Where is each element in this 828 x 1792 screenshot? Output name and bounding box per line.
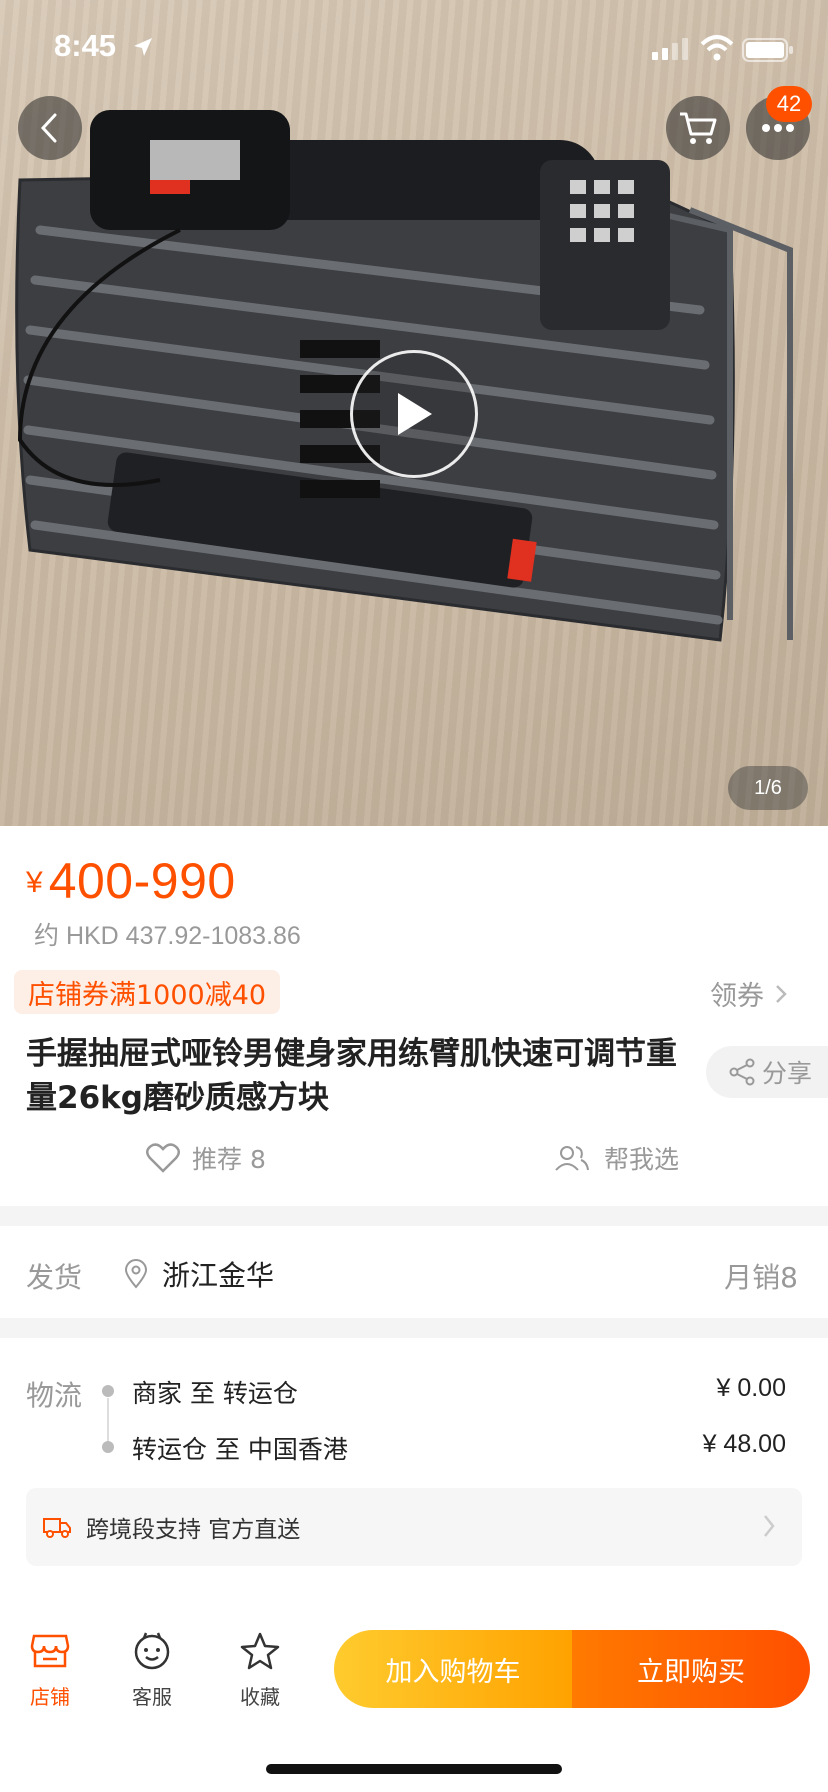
tab-favorite[interactable]: 收藏 xyxy=(220,1632,300,1710)
tab-store-label: 店铺 xyxy=(30,1685,70,1709)
official-direct-text: 跨境段支持 官方直送 xyxy=(86,1517,301,1543)
share-label: 分享 xyxy=(762,1059,813,1088)
price-range: 400-990 xyxy=(48,853,236,909)
store-icon xyxy=(30,1634,70,1668)
cart-count-badge: 42 xyxy=(766,86,812,122)
image-pager: 1/6 xyxy=(728,766,808,810)
price-currency: ¥ xyxy=(26,866,43,899)
status-bar: 8:45 xyxy=(0,0,828,96)
price: ¥400-990 xyxy=(26,852,236,910)
location-arrow-icon xyxy=(134,38,152,56)
tab-store[interactable]: 店铺 xyxy=(10,1632,90,1710)
tab-customer-service[interactable]: 客服 xyxy=(112,1632,192,1710)
ship-location-text: 浙江金华 xyxy=(162,1259,275,1292)
logistics-leg-1: 商家 至 转运仓 xyxy=(132,1379,298,1408)
section-divider xyxy=(0,1206,828,1226)
tab-customer-service-label: 客服 xyxy=(132,1685,172,1709)
product-title: 手握抽屉式哑铃男健身家用练臂肌快速可调节重量26kg磨砂质感方块 xyxy=(26,1036,677,1116)
heart-icon xyxy=(146,1143,180,1173)
recommend-label: 推荐 8 xyxy=(192,1145,266,1174)
chevron-left-icon xyxy=(40,113,57,143)
play-icon xyxy=(398,393,432,435)
share-button[interactable]: 分享 xyxy=(706,1046,828,1098)
buy-now-button[interactable]: 立即购买 xyxy=(572,1630,810,1708)
recommend-button[interactable]: 推荐 8 xyxy=(146,1140,266,1176)
monthly-sales: 月销8 xyxy=(724,1261,798,1294)
chat-smile-icon xyxy=(134,1632,170,1670)
route-line xyxy=(107,1398,109,1444)
hkd-price: 约 HKD 437.92-1083.86 xyxy=(34,922,301,950)
help-choose-button[interactable]: 帮我选 xyxy=(554,1140,679,1176)
route-dot xyxy=(102,1441,114,1453)
chevron-right-icon xyxy=(764,1515,775,1537)
store-coupon-tag: 店铺券满1000减40 xyxy=(14,970,281,1014)
route-dot xyxy=(102,1385,114,1397)
ship-label: 发货 xyxy=(26,1261,83,1294)
logistics-leg-1-fee: ¥ 0.00 xyxy=(716,1374,786,1402)
chevron-right-icon xyxy=(776,984,787,1003)
official-direct-banner[interactable]: 跨境段支持 官方直送 xyxy=(26,1488,802,1566)
people-icon xyxy=(555,1146,589,1171)
logistics-leg-2-fee: ¥ 48.00 xyxy=(702,1430,786,1458)
home-indicator[interactable] xyxy=(266,1764,562,1774)
logistics-leg-2: 转运仓 至 中国香港 xyxy=(132,1435,348,1464)
share-icon xyxy=(729,1058,755,1086)
status-time: 8:45 xyxy=(54,28,117,63)
back-button[interactable] xyxy=(18,96,82,160)
delivery-truck-icon xyxy=(43,1518,71,1538)
wifi-icon xyxy=(700,35,734,61)
cart-button[interactable] xyxy=(666,96,730,160)
product-image-carousel[interactable]: 8:45 42 1/6 xyxy=(0,0,828,826)
location-pin-icon xyxy=(124,1259,148,1289)
cellular-signal-icon xyxy=(652,38,688,60)
shopping-cart-icon xyxy=(680,112,717,144)
battery-icon xyxy=(742,38,793,62)
play-video-button[interactable] xyxy=(350,350,478,478)
more-dots-icon xyxy=(762,124,794,132)
get-coupon-link[interactable]: 领券 xyxy=(710,974,788,1013)
logistics-label: 物流 xyxy=(26,1379,83,1412)
help-choose-label: 帮我选 xyxy=(604,1145,680,1174)
get-coupon-label: 领券 xyxy=(710,981,764,1012)
section-divider xyxy=(0,1318,828,1338)
tab-favorite-label: 收藏 xyxy=(240,1685,280,1709)
star-icon xyxy=(240,1632,280,1670)
ship-location: 浙江金华 xyxy=(124,1254,274,1294)
add-to-cart-button[interactable]: 加入购物车 xyxy=(334,1630,572,1708)
